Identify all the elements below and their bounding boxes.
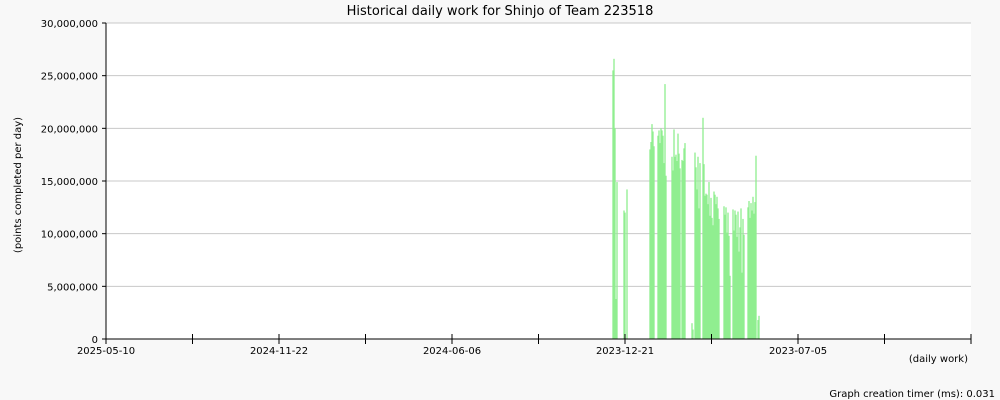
chart-title: Historical daily work for Shinjo of Team… xyxy=(347,4,654,19)
y-tick-label: 0 xyxy=(92,335,98,346)
daily-work-bar xyxy=(653,146,655,339)
daily-work-bar xyxy=(626,189,628,339)
x-tick-label: 2023-07-05 xyxy=(769,346,827,357)
x-tick-label: 2024-11-22 xyxy=(250,346,308,357)
x-tick-label: 2025-05-10 xyxy=(77,346,135,357)
y-tick-label: 30,000,000 xyxy=(41,19,98,30)
daily-work-bar xyxy=(718,218,720,339)
chart: Historical daily work for Shinjo of Team… xyxy=(13,4,995,400)
daily-work-bar xyxy=(616,182,618,339)
daily-work-bar xyxy=(679,168,681,339)
daily-work-bar xyxy=(729,275,731,339)
daily-work-bar xyxy=(665,175,667,339)
y-tick-label: 20,000,000 xyxy=(41,124,98,135)
y-tick-label: 15,000,000 xyxy=(41,177,98,188)
footer-timer: Graph creation timer (ms): 0.031 xyxy=(829,389,995,400)
x-tick-label: 2024-06-06 xyxy=(423,346,481,357)
y-axis-label: (points completed per day) xyxy=(13,117,24,253)
x-tick-label: 2023-12-21 xyxy=(596,346,654,357)
daily-work-bar xyxy=(743,234,745,339)
y-ticks: 0 5,000,000 10,000,000 15,000,000 20,000,000… xyxy=(41,19,106,346)
daily-work-bar xyxy=(624,212,626,339)
x-axis-label: (daily work) xyxy=(909,354,968,365)
daily-work-bar xyxy=(684,143,686,339)
daily-work-bar xyxy=(755,155,757,339)
daily-work-bar xyxy=(699,163,701,339)
daily-work-bar xyxy=(692,329,694,339)
daily-work-bar xyxy=(758,315,760,339)
y-tick-label: 10,000,000 xyxy=(41,230,98,241)
y-tick-label: 25,000,000 xyxy=(41,72,98,83)
y-tick-label: 5,000,000 xyxy=(47,282,98,293)
